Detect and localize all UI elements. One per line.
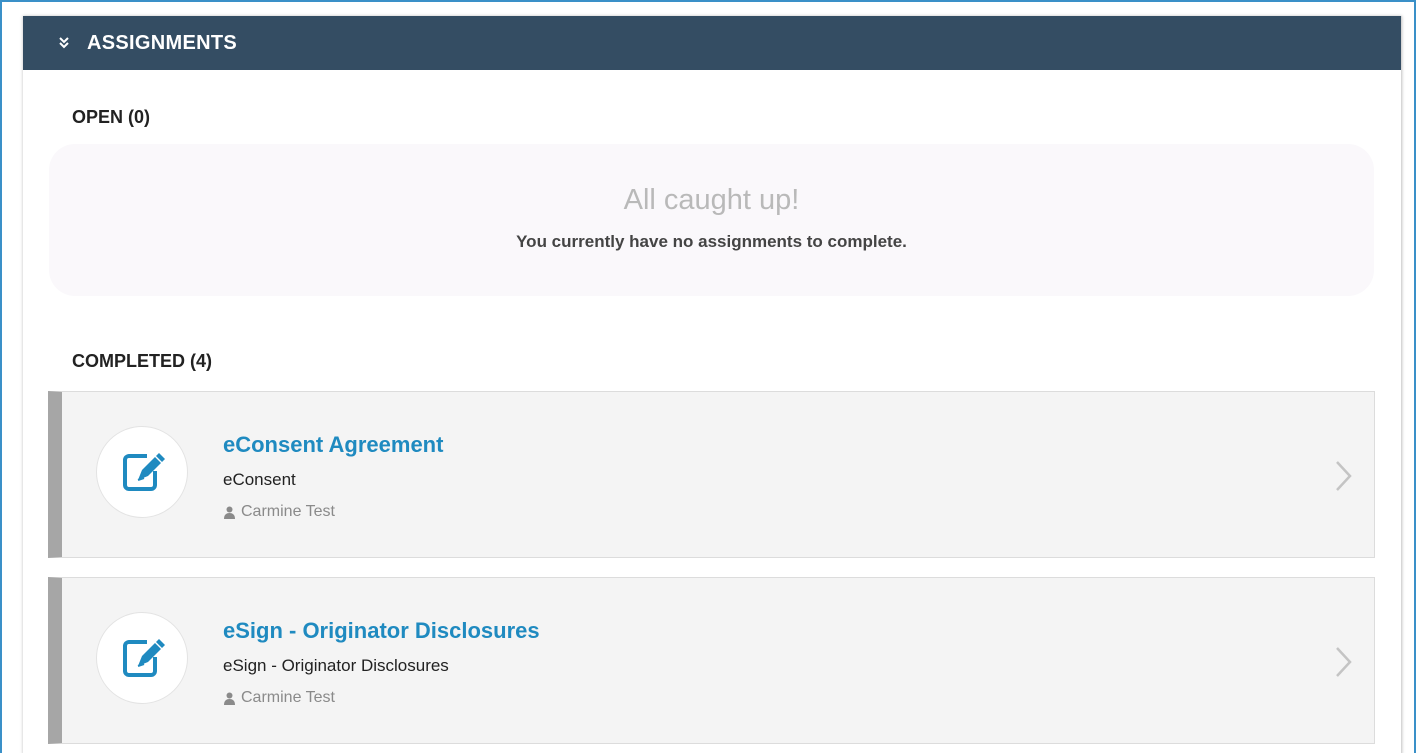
assignment-card[interactable]: eSign - Originator Disclosures eSign - O…	[48, 577, 1375, 744]
assignment-type: eConsent	[223, 470, 296, 489]
chevron-right-icon[interactable]	[1334, 460, 1352, 492]
window-frame: ASSIGNMENTS OPEN (0) All caught up! You …	[0, 0, 1416, 753]
completed-section-label: COMPLETED (4)	[72, 351, 213, 371]
empty-state-title: All caught up!	[623, 184, 800, 216]
assignment-icon-circle	[96, 426, 188, 518]
assignment-user: Carmine Test	[223, 503, 335, 521]
open-section-label: OPEN (0)	[72, 107, 151, 127]
empty-state: All caught up! You currently have no ass…	[49, 144, 1374, 296]
assignments-header[interactable]: ASSIGNMENTS	[23, 16, 1401, 70]
chevron-right-icon[interactable]	[1334, 646, 1352, 678]
assignment-title[interactable]: eConsent Agreement	[223, 432, 443, 458]
assignment-user-name: Carmine Test	[241, 503, 335, 520]
assignment-card[interactable]: eConsent Agreement eConsent Carmine Test	[48, 391, 1375, 558]
assignments-title: ASSIGNMENTS	[87, 31, 237, 54]
assignment-user: Carmine Test	[223, 689, 335, 707]
user-icon	[224, 506, 235, 519]
assignment-icon-circle	[96, 612, 188, 704]
assignments-panel: ASSIGNMENTS OPEN (0) All caught up! You …	[23, 16, 1402, 753]
document-signature-icon	[123, 639, 165, 677]
assignment-user-name: Carmine Test	[241, 689, 335, 706]
document-signature-icon	[123, 453, 165, 491]
double-chevron-down-icon[interactable]	[57, 36, 71, 50]
user-icon	[224, 692, 235, 705]
empty-state-message: You currently have no assignments to com…	[516, 232, 907, 251]
assignment-title[interactable]: eSign - Originator Disclosures	[223, 618, 540, 644]
assignment-type: eSign - Originator Disclosures	[223, 656, 449, 675]
